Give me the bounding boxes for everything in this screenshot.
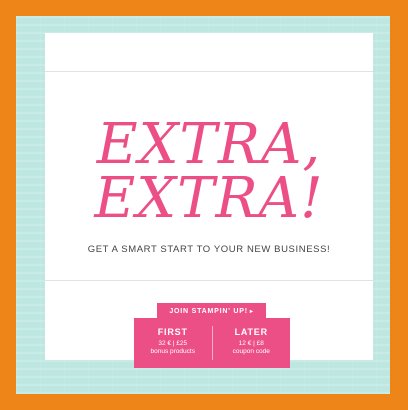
headline-line-1: EXTRA, [96,112,322,177]
offer-later-detail: coupon code [232,348,270,355]
offer-later: LATER 12 € | £8 coupon code [213,318,291,368]
join-button-label: JOIN STAMPIN' UP! [169,308,248,315]
offer-later-amount: 12 € | £8 [238,340,264,347]
middle-divider [45,280,373,281]
offer-first-amount: 32 € | £25 [158,340,188,347]
offer-panel: FIRST 32 € | £25 bonus products LATER 12… [134,318,290,368]
offer-first-heading: FIRST [157,327,188,337]
promo-card: EXTRA, EXTRA! GET A SMART START TO YOUR … [45,33,373,360]
offer-first: FIRST 32 € | £25 bonus products [134,318,212,368]
play-arrow-icon: ▸ [249,309,254,315]
top-divider [45,71,373,72]
orange-frame: EXTRA, EXTRA! GET A SMART START TO YOUR … [0,0,408,410]
offer-first-detail: bonus products [150,348,195,355]
offer-later-heading: LATER [234,327,268,337]
headline-line-2: EXTRA! [94,166,324,231]
tagline: GET A SMART START TO YOUR NEW BUSINESS! [87,244,331,255]
